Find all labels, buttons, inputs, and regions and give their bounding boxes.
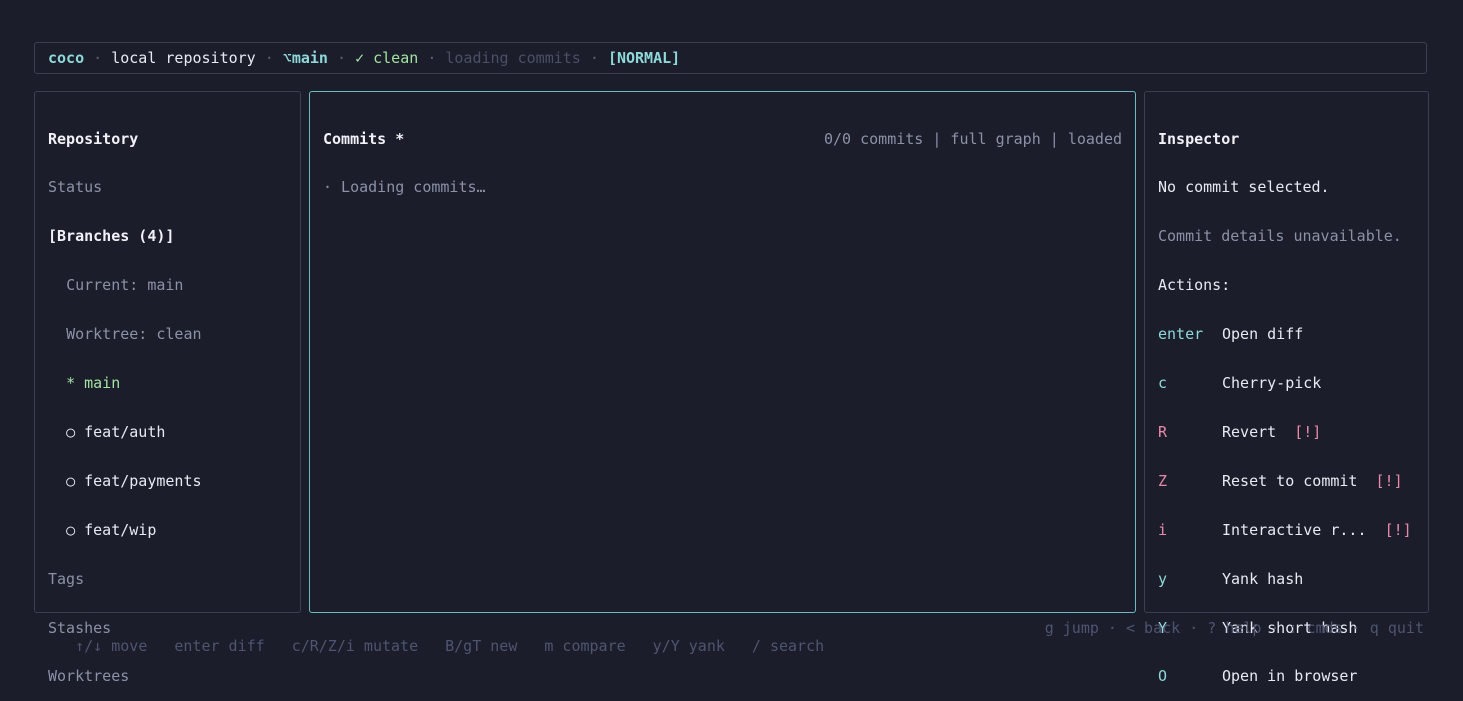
action-key: i: [1158, 520, 1168, 539]
loading-message: · Loading commits…: [323, 178, 486, 197]
commits-meta: 0/0 commits | full graph | loaded: [823, 129, 1122, 148]
action-cherry-pick[interactable]: c Cherry-pick: [1158, 374, 1415, 393]
commits-header: Commits * 0/0 commits | full graph | loa…: [323, 129, 1122, 148]
separator: ·: [337, 49, 347, 67]
separator: ·: [93, 49, 103, 67]
branch-icon: ⌥: [282, 49, 292, 67]
action-key: R: [1158, 422, 1168, 441]
hint-search: / search: [751, 637, 825, 655]
repo-label: local repository: [111, 49, 256, 67]
action-key: c: [1158, 374, 1168, 393]
worktree-info: Worktree: clean: [66, 325, 202, 344]
nav-item-tags[interactable]: Tags: [48, 570, 287, 587]
hint-mutate: c/R/Z/i mutate: [291, 637, 419, 655]
branch-item[interactable]: ○ feat/payments: [48, 473, 287, 489]
action-yank-hash[interactable]: y Yank hash: [1158, 569, 1415, 588]
loading-status: loading commits: [445, 49, 581, 67]
separator: ·: [589, 49, 599, 67]
commits-panel[interactable]: Commits * 0/0 commits | full graph | loa…: [309, 91, 1136, 613]
warning-badge: [!]: [1375, 471, 1403, 490]
nav-item-branches[interactable]: [Branches (4)]: [48, 228, 287, 245]
worktree-status: ✓ clean: [355, 49, 419, 67]
action-label: Yank hash: [1222, 569, 1304, 588]
action-reset[interactable]: Z Reset to commit [!]: [1158, 471, 1415, 490]
separator: ·: [264, 49, 274, 67]
panel-title: Inspector: [1158, 129, 1240, 148]
footer-right: g jump · < back · ? help · : cmds · q qu…: [1044, 619, 1424, 637]
hint-diff: enter diff: [174, 637, 265, 655]
hint-new: B/gT new: [445, 637, 518, 655]
current-branch-info: Current: main: [66, 276, 184, 295]
action-label: Cherry-pick: [1222, 374, 1322, 393]
branch-item-main[interactable]: * main: [48, 375, 287, 391]
action-interactive-rebase[interactable]: i Interactive r... [!]: [1158, 520, 1415, 539]
actions-label: Actions:: [1158, 276, 1231, 295]
unavailable-message: Commit details unavailable.: [1158, 227, 1402, 246]
action-revert[interactable]: R Revert [!]: [1158, 422, 1415, 441]
panel-title: Repository: [48, 129, 139, 148]
mode-indicator: [NORMAL]: [607, 49, 681, 67]
hint-compare: m compare: [544, 637, 626, 655]
action-key: Z: [1158, 471, 1168, 490]
panel-title: Commits *: [323, 129, 405, 148]
current-branch: main: [291, 49, 328, 67]
nav-item-status[interactable]: Status: [48, 179, 287, 196]
action-key: enter: [1158, 325, 1204, 344]
action-label: Open diff: [1222, 325, 1304, 344]
inspector-panel[interactable]: Inspector No commit selected. Commit det…: [1144, 91, 1429, 685]
action-open-diff[interactable]: enter Open diff: [1158, 325, 1415, 344]
separator: ·: [427, 49, 437, 67]
warning-badge: [!]: [1384, 520, 1412, 539]
repository-panel[interactable]: Repository Status [Branches (4)] Current…: [34, 91, 301, 685]
hint-yank: y/Y yank: [652, 637, 725, 655]
action-key: y: [1158, 569, 1168, 588]
footer-left: ↑/↓ move enter diff c/R/Z/i mutate B/gT new…: [39, 619, 851, 673]
action-label: Reset to commit: [1222, 471, 1358, 490]
warning-badge: [!]: [1294, 422, 1322, 441]
branch-item[interactable]: ○ feat/auth: [48, 424, 287, 440]
status-bar: coco · local repository · ⌥ main · ✓ clea…: [34, 42, 1427, 74]
hint-move: ↑/↓ move: [75, 637, 148, 655]
keybinding-footer: ↑/↓ move enter diff c/R/Z/i mutate B/gT new…: [39, 619, 1424, 673]
branch-item[interactable]: ○ feat/wip: [48, 522, 287, 538]
app-name: coco: [48, 49, 85, 67]
action-label: Revert: [1222, 422, 1277, 441]
no-commit-message: No commit selected.: [1158, 178, 1330, 197]
action-label: Interactive r...: [1222, 520, 1367, 539]
